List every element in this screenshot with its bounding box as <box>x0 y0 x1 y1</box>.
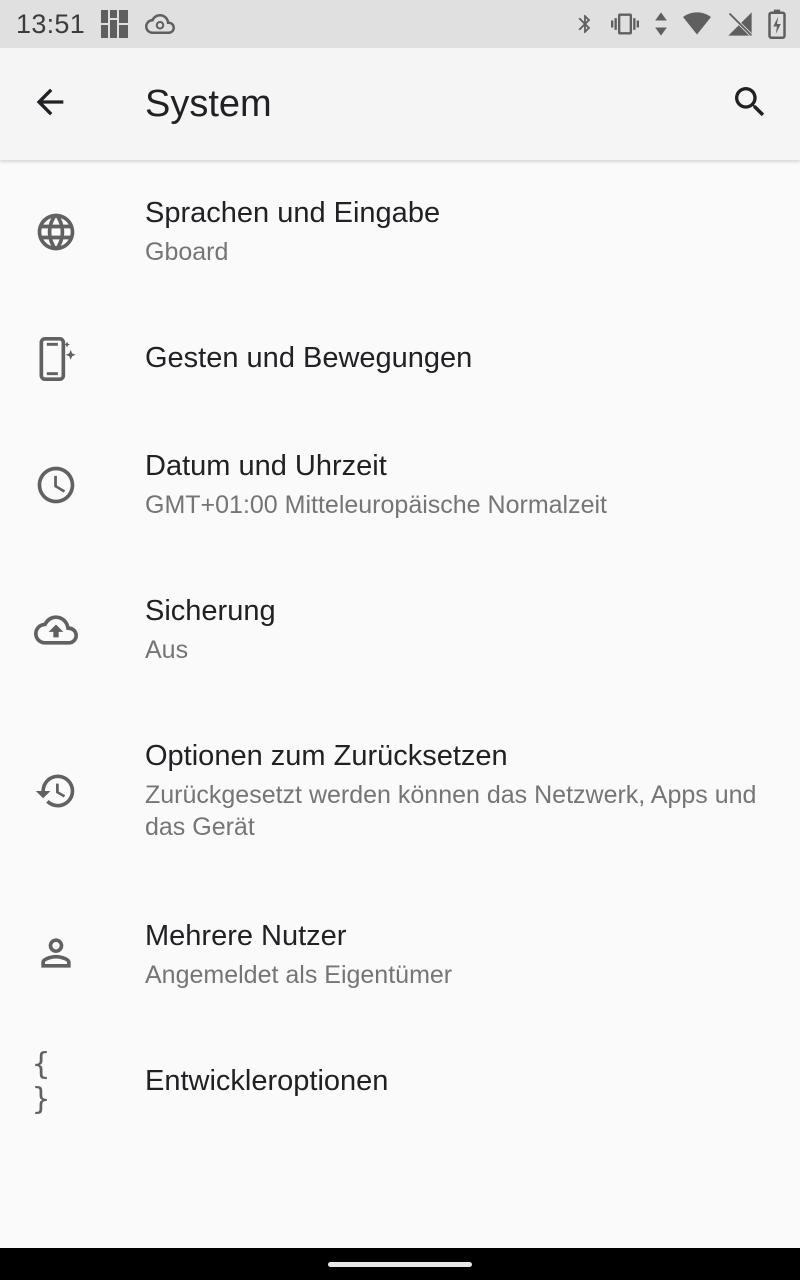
setting-text: Sprachen und Eingabe Gboard <box>145 196 760 268</box>
back-button[interactable] <box>22 76 78 132</box>
gesture-phone-icon <box>32 335 80 383</box>
setting-text: Mehrere Nutzer Angemeldet als Eigentümer <box>145 919 760 991</box>
search-button[interactable] <box>722 76 778 132</box>
setting-developer-options[interactable]: { } Entwickleroptionen <box>0 1028 800 1136</box>
status-bar: 13:51 <box>0 0 800 48</box>
home-gesture-handle[interactable] <box>328 1262 472 1267</box>
person-icon <box>32 929 80 977</box>
setting-summary: Aus <box>145 636 189 664</box>
setting-summary: GMT+01:00 Mitteleuropäische Normalzeit <box>145 491 607 519</box>
setting-date-time[interactable]: Datum und Uhrzeit GMT+01:00 Mitteleuropä… <box>0 413 800 558</box>
setting-text: Gesten und Bewegungen <box>145 341 760 375</box>
app-bar: System <box>0 48 800 160</box>
setting-text: Sicherung Aus <box>145 594 760 666</box>
setting-title: Sprachen und Eingabe <box>145 197 441 229</box>
setting-text: Datum und Uhrzeit GMT+01:00 Mitteleuropä… <box>145 449 760 521</box>
clock-icon <box>32 461 80 509</box>
no-sim-icon <box>726 10 754 38</box>
data-arrows-icon <box>654 10 668 38</box>
setting-text: Entwickleroptionen <box>145 1064 760 1098</box>
search-icon <box>730 82 770 127</box>
setting-summary: Gboard <box>145 238 229 266</box>
setting-backup[interactable]: Sicherung Aus <box>0 558 800 703</box>
bluetooth-icon <box>574 10 596 38</box>
arrow-back-icon <box>30 82 70 127</box>
status-time: 13:51 <box>16 8 86 39</box>
setting-languages-input[interactable]: Sprachen und Eingabe Gboard <box>0 160 800 305</box>
status-bar-right <box>574 9 786 39</box>
setting-text: Optionen zum Zurücksetzen Zurückgesetzt … <box>145 739 760 843</box>
page-title: System <box>145 83 272 125</box>
navigation-bar <box>0 1248 800 1280</box>
setting-gestures[interactable]: Gesten und Bewegungen <box>0 305 800 413</box>
battery-charging-icon <box>768 9 786 39</box>
wifi-icon <box>682 10 712 38</box>
setting-title: Datum und Uhrzeit <box>145 450 387 482</box>
setting-title: Entwickleroptionen <box>145 1065 389 1097</box>
grid-app-icon <box>99 8 131 40</box>
setting-summary: Angemeldet als Eigentümer <box>145 961 453 989</box>
cloud-sync-icon <box>145 9 176 39</box>
setting-title: Optionen zum Zurücksetzen <box>145 740 508 772</box>
history-icon <box>32 767 80 815</box>
setting-reset-options[interactable]: Optionen zum Zurücksetzen Zurückgesetzt … <box>0 703 800 883</box>
cloud-upload-icon <box>32 606 80 654</box>
setting-title: Gesten und Bewegungen <box>145 342 473 374</box>
globe-icon <box>32 208 80 256</box>
setting-summary: Zurückgesetzt werden können das Netzwerk… <box>145 781 757 841</box>
vibrate-icon <box>610 10 640 38</box>
braces-icon: { } <box>32 1047 55 1117</box>
setting-title: Mehrere Nutzer <box>145 920 347 952</box>
setting-title: Sicherung <box>145 595 276 627</box>
setting-multiple-users[interactable]: Mehrere Nutzer Angemeldet als Eigentümer <box>0 883 800 1028</box>
status-bar-left: 13:51 <box>16 8 176 40</box>
